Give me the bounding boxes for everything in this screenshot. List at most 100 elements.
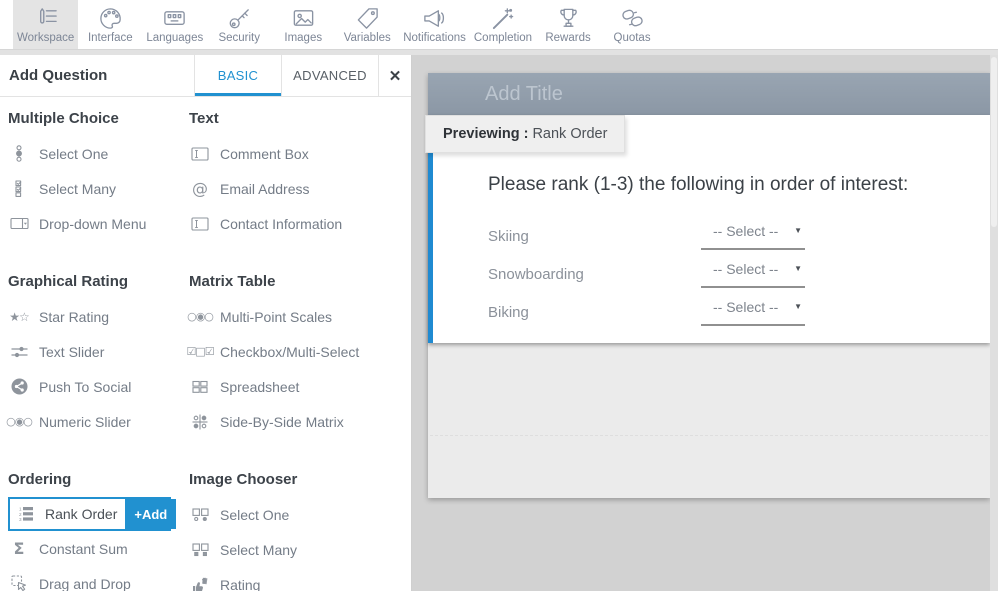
radio-list-icon	[8, 145, 30, 162]
qtype-select-many[interactable]: Select Many	[8, 171, 189, 206]
qtype-label: Rating	[220, 577, 260, 591]
rank-select-skiing[interactable]: -- Select -- ▼	[701, 223, 805, 250]
toolbar-item-rewards[interactable]: Rewards	[536, 0, 600, 49]
previewing-badge: Previewing : Rank Order	[425, 115, 625, 153]
qtype-image-rating[interactable]: Rating	[189, 567, 411, 591]
panel-title: Add Question	[0, 55, 194, 96]
section-ordering: Ordering 1 2 3 Rank Order +Add Σ Constan…	[8, 458, 189, 591]
toolbar-item-quotas[interactable]: Quotas	[600, 0, 664, 49]
checkbox-list-icon	[8, 180, 30, 197]
qtype-spreadsheet[interactable]: Spreadsheet	[189, 369, 411, 404]
completion-icon	[490, 6, 515, 31]
toolbar-item-security[interactable]: Security	[207, 0, 271, 49]
qtype-contact-information[interactable]: Contact Information	[189, 206, 411, 241]
qtype-multi-point-scales[interactable]: ○◉○ Multi-Point Scales	[189, 299, 411, 334]
qtype-constant-sum[interactable]: Σ Constant Sum	[8, 531, 189, 566]
previewing-value: Rank Order	[532, 126, 607, 142]
toolbar-item-interface[interactable]: Interface	[78, 0, 142, 49]
qtype-side-by-side-matrix[interactable]: Side-By-Side Matrix	[189, 404, 411, 439]
toolbar-item-variables[interactable]: Variables	[335, 0, 399, 49]
qtype-drag-and-drop[interactable]: Drag and Drop	[8, 566, 189, 591]
images-icon	[291, 6, 316, 31]
section-multiple-choice: Multiple Choice Select One	[8, 97, 189, 241]
rank-select-snowboarding[interactable]: -- Select -- ▼	[701, 261, 805, 288]
qtype-dropdown-menu[interactable]: Drop-down Menu	[8, 206, 189, 241]
chevron-down-icon: ▼	[794, 302, 802, 311]
qtype-image-select-one[interactable]: Select One	[189, 497, 411, 532]
qtype-label: Drop-down Menu	[39, 216, 146, 232]
qtype-star-rating[interactable]: ★☆ Star Rating	[8, 299, 189, 334]
row-label: Skiing	[488, 228, 701, 245]
toolbar-item-notifications[interactable]: Notifications	[399, 0, 470, 49]
add-question-panel: Add Question BASIC ADVANCED ✕ Multiple C…	[0, 55, 412, 591]
rank-row-skiing: Skiing -- Select -- ▼	[433, 217, 990, 255]
add-title-placeholder: Add Title	[485, 83, 563, 106]
sigma-icon: Σ	[8, 539, 30, 558]
qtype-label: Select One	[220, 507, 289, 523]
qtype-comment-box[interactable]: Comment Box	[189, 136, 411, 171]
toolbar-item-label: Workspace	[17, 32, 74, 44]
qtype-label: Side-By-Side Matrix	[220, 414, 344, 430]
slider-icon	[8, 345, 30, 359]
qtype-rank-order[interactable]: 1 2 3 Rank Order +Add	[8, 497, 171, 531]
chevron-down-icon: ▼	[794, 264, 802, 273]
qtype-label: Push To Social	[39, 379, 131, 395]
qtype-label: Multi-Point Scales	[220, 309, 332, 325]
panel-column-right: Text Comment Box @ Email Address	[189, 97, 411, 591]
qtype-numeric-slider[interactable]: ○◉○ Numeric Slider	[8, 404, 189, 439]
toolbar-item-languages[interactable]: Languages	[142, 0, 207, 49]
qtype-checkbox-multi-select[interactable]: ☑□☑ Checkbox/Multi-Select	[189, 334, 411, 369]
chevron-down-icon: ▼	[794, 226, 802, 235]
toolbar-item-label: Rewards	[545, 32, 590, 44]
qtype-label: Select One	[39, 146, 108, 162]
toolbar-item-workspace[interactable]: Workspace	[13, 0, 78, 49]
qtype-select-one[interactable]: Select One	[8, 136, 189, 171]
qtype-label: Numeric Slider	[39, 414, 131, 430]
qtype-push-to-social[interactable]: Push To Social	[8, 369, 189, 404]
toolbar-item-label: Notifications	[403, 32, 466, 44]
toolbar-item-images[interactable]: Images	[271, 0, 335, 49]
dropdown-menu-icon	[8, 217, 30, 230]
toolbar-item-label: Variables	[344, 32, 391, 44]
toolbar-item-label: Interface	[88, 32, 133, 44]
rank-row-biking: Biking -- Select -- ▼	[433, 293, 990, 331]
thumbs-icon	[189, 577, 211, 591]
section-title: Matrix Table	[189, 260, 411, 299]
comment-box-icon	[189, 147, 211, 161]
workspace-icon	[33, 6, 58, 31]
section-matrix-table: Matrix Table ○◉○ Multi-Point Scales ☑□☑ …	[189, 260, 411, 439]
notifications-icon	[422, 6, 447, 31]
row-label: Snowboarding	[488, 266, 701, 283]
qtype-label: Rank Order	[45, 506, 117, 522]
toolbar-item-label: Languages	[146, 32, 203, 44]
side-by-side-icon	[189, 414, 211, 430]
select-value: -- Select --	[713, 261, 778, 277]
tab-basic[interactable]: BASIC	[194, 55, 281, 96]
drag-drop-icon	[8, 575, 30, 591]
drop-zone-divider	[430, 435, 988, 436]
scrollbar-thumb[interactable]	[991, 57, 997, 227]
rank-select-biking[interactable]: -- Select -- ▼	[701, 299, 805, 326]
tab-advanced[interactable]: ADVANCED	[281, 55, 378, 96]
qtype-text-slider[interactable]: Text Slider	[8, 334, 189, 369]
question-preview-panel: Add Title Previewing : Rank Order Please…	[428, 73, 990, 498]
qtype-label: Star Rating	[39, 309, 109, 325]
image-radio-icon	[189, 508, 211, 522]
qtype-label: Contact Information	[220, 216, 342, 232]
svg-text:3: 3	[19, 517, 22, 522]
qtype-image-select-many[interactable]: Select Many	[189, 532, 411, 567]
qtype-email-address[interactable]: @ Email Address	[189, 171, 411, 206]
previewing-label: Previewing :	[443, 126, 528, 142]
qtype-label: Email Address	[220, 181, 309, 197]
toolbar-item-completion[interactable]: Completion	[470, 0, 536, 49]
question-type-list: Multiple Choice Select One	[0, 97, 411, 591]
add-title-bar[interactable]: Add Title	[428, 73, 990, 115]
close-icon[interactable]: ✕	[378, 55, 411, 96]
qtype-label: Text Slider	[39, 344, 104, 360]
share-icon	[8, 378, 30, 395]
section-title: Image Chooser	[189, 458, 411, 497]
add-button[interactable]: +Add	[125, 499, 176, 529]
rewards-icon	[556, 6, 581, 31]
rank-row-snowboarding: Snowboarding -- Select -- ▼	[433, 255, 990, 293]
vertical-scrollbar[interactable]	[990, 55, 998, 591]
